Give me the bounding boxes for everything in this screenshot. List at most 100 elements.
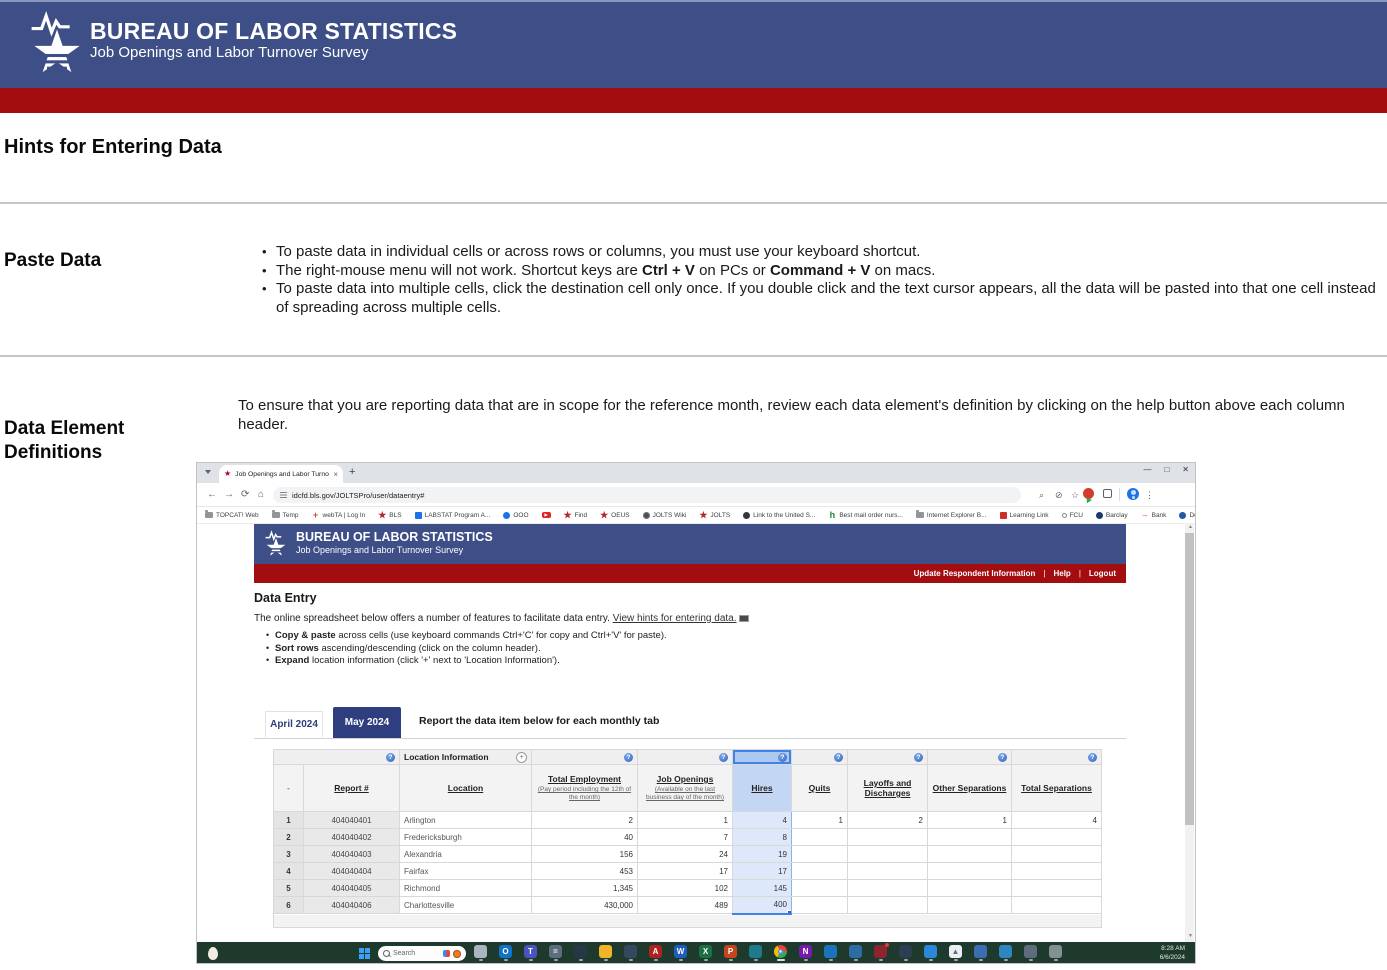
cell-other[interactable] [928,897,1012,914]
selection-fill-handle[interactable] [787,910,792,914]
recording-extension-icon[interactable] [1083,488,1094,499]
cell-total_sep[interactable] [1012,829,1102,846]
taskbar-icon-phone-link[interactable] [624,945,637,961]
bookmark-jolts[interactable]: ★JOLTS [699,511,730,519]
column-header-location[interactable]: Location [400,765,532,812]
bookmark-link-to-the-united-s[interactable]: Link to the United S... [743,512,815,519]
cell-total_employment[interactable]: 40 [532,829,638,846]
cell-quits[interactable] [792,897,848,914]
cell-location[interactable]: Arlington [400,812,532,829]
url-text[interactable]: idcfd.bls.gov/JOLTSPro/user/dataentry# [292,491,424,500]
cell-job_openings[interactable]: 17 [638,863,733,880]
column-header-total_sep[interactable]: Total Separations [1012,765,1102,812]
cell-total_sep[interactable] [1012,846,1102,863]
cell-report[interactable]: 404040404 [304,863,400,880]
taskbar-icon-cart[interactable] [874,945,887,961]
taskbar-icon-word[interactable]: W [674,945,687,961]
cell-report[interactable]: 404040405 [304,880,400,897]
cell-job_openings[interactable]: 489 [638,897,733,914]
taskbar-icon-file-explorer[interactable] [599,945,612,961]
column-header-quits[interactable]: Quits [792,765,848,812]
tab-may-2024[interactable]: May 2024 [333,707,401,738]
taskbar-icon-tiles[interactable] [999,945,1012,961]
help-icon[interactable]: ? [386,753,395,762]
row-number[interactable]: 1 [274,812,304,829]
row-number[interactable]: 5 [274,880,304,897]
taskbar-icon-excel[interactable]: X [699,945,712,961]
help-icon[interactable]: ? [719,753,728,762]
cell-report[interactable]: 404040406 [304,897,400,914]
help-icon[interactable]: ? [914,753,923,762]
bookmark-internet-explorer-b[interactable]: Internet Explorer B... [916,512,987,519]
cell-hires[interactable]: 17 [733,863,792,880]
cell-total_sep[interactable] [1012,880,1102,897]
bookmark-topcat-web[interactable]: TOPCAT! Web [205,512,259,519]
cell-location[interactable]: Fredericksburgh [400,829,532,846]
cell-hires[interactable]: 145 [733,880,792,897]
tab-search-chevron-icon[interactable] [205,470,211,474]
bookmark-best-mail-order-nurs[interactable]: hBest mail order nurs... [828,511,903,519]
row-number[interactable]: 2 [274,829,304,846]
help-icon[interactable]: ? [624,753,633,762]
taskbar-icon-chat[interactable] [924,945,937,961]
back-icon[interactable]: ← [207,488,217,501]
taskbar-icon-task-view[interactable] [474,945,487,961]
window-maximize-button[interactable]: □ [1164,465,1169,474]
cell-layoffs[interactable] [848,897,928,914]
site-settings-icon[interactable] [280,492,287,498]
window-minimize-button[interactable]: — [1143,465,1151,474]
taskbar-icon-clock-app[interactable] [1049,945,1062,961]
cell-layoffs[interactable] [848,863,928,880]
cell-other[interactable] [928,829,1012,846]
cell-hires[interactable]: 8 [733,829,792,846]
cell-layoffs[interactable] [848,846,928,863]
taskbar-icon-photos-teal[interactable] [749,945,762,961]
cell-total_employment[interactable]: 430,000 [532,897,638,914]
cell-total_employment[interactable]: 1,345 [532,880,638,897]
taskbar-clock[interactable]: 8:28 AM 6/6/2024 [1160,945,1185,962]
help-icon[interactable]: ? [998,753,1007,762]
cell-report[interactable]: 404040401 [304,812,400,829]
cell-total_sep[interactable] [1012,863,1102,880]
row-number[interactable]: 6 [274,897,304,914]
cell-quits[interactable] [792,829,848,846]
bookmark-fcu[interactable]: FCU [1062,512,1083,519]
cell-location[interactable]: Alexandria [400,846,532,863]
cell-layoffs[interactable] [848,829,928,846]
cell-quits[interactable] [792,846,848,863]
cell-job_openings[interactable]: 7 [638,829,733,846]
cell-total_employment[interactable]: 2 [532,812,638,829]
bookmark-youtube[interactable]: ▶ [542,512,551,519]
new-tab-button[interactable]: + [349,466,355,478]
browser-tab[interactable]: ★ Job Openings and Labor Turno × [219,465,343,483]
address-bar[interactable]: idcfd.bls.gov/JOLTSPro/user/dataentry# [273,487,1021,503]
tab-close-icon[interactable]: × [333,470,338,479]
zoom-icon[interactable]: ⌕ [1039,489,1044,501]
cell-layoffs[interactable]: 2 [848,812,928,829]
bookmark-ooo[interactable]: OOO [503,512,528,519]
profile-avatar[interactable] [1127,488,1139,500]
password-manager-icon[interactable]: ⊘ [1055,489,1063,501]
scrollbar-thumb[interactable] [1185,533,1194,825]
column-header-other[interactable]: Other Separations [928,765,1012,812]
cell-other[interactable] [928,846,1012,863]
cell-total_sep[interactable]: 4 [1012,812,1102,829]
browser-menu-icon[interactable]: ⋮ [1145,489,1154,501]
window-close-button[interactable]: ✕ [1182,465,1189,474]
taskbar-icon-outlook[interactable]: O [499,945,512,961]
taskbar-icon-teams[interactable]: T [524,945,537,961]
scrollbar-down-icon[interactable]: ▼ [1188,934,1193,939]
cell-layoffs[interactable] [848,880,928,897]
cell-report[interactable]: 404040403 [304,846,400,863]
widgets-icon[interactable] [208,947,218,960]
cell-location[interactable]: Richmond [400,880,532,897]
bookmark-temp[interactable]: Temp [272,512,299,519]
bookmark-learning-link[interactable]: Learning Link [1000,512,1049,519]
cell-other[interactable] [928,863,1012,880]
bookmark-oeus[interactable]: ★OEUS [600,511,629,519]
view-hints-link[interactable]: View hints for entering data. [613,613,737,624]
cell-total_sep[interactable] [1012,897,1102,914]
cell-location[interactable]: Fairfax [400,863,532,880]
taskbar-search-input[interactable]: Search [378,946,466,961]
cell-hires[interactable]: 19 [733,846,792,863]
